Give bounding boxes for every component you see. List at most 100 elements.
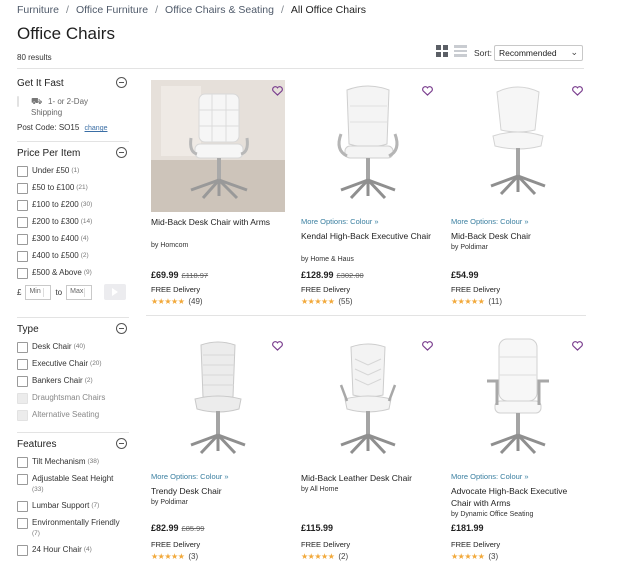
delivery-info: FREE Delivery: [301, 540, 351, 549]
checkbox[interactable]: [17, 474, 28, 485]
review-count: (11): [488, 297, 502, 306]
wishlist-heart-icon[interactable]: [422, 86, 433, 96]
price-go-button[interactable]: [104, 284, 127, 300]
product-card[interactable]: More Options: Colour » Trendy Desk Chair…: [146, 327, 286, 562]
checkbox[interactable]: [17, 166, 28, 177]
delivery-info: FREE Delivery: [301, 285, 351, 294]
filter-option[interactable]: Executive Chair (20): [17, 359, 105, 370]
product-card[interactable]: More Options: Colour » Mid-Back Desk Cha…: [446, 72, 586, 312]
delivery-info: FREE Delivery: [451, 540, 501, 549]
more-options-link[interactable]: More Options: Colour »: [301, 217, 379, 226]
list-view-icon[interactable]: [454, 45, 467, 58]
wishlist-heart-icon[interactable]: [272, 86, 283, 96]
review-count: (2): [338, 552, 349, 561]
breadcrumb-link-office-furniture[interactable]: Office Furniture: [76, 4, 148, 16]
checkbox[interactable]: [17, 457, 28, 468]
checkbox: [17, 410, 28, 421]
product-rating[interactable]: ★★★★★ (3): [451, 552, 498, 561]
product-rating[interactable]: ★★★★★ (49): [151, 297, 203, 306]
product-card[interactable]: More Options: Colour » Advocate High-Bac…: [446, 327, 586, 562]
filter-option[interactable]: £500 & Above (9): [17, 268, 92, 279]
stepper-icon[interactable]: [43, 287, 48, 297]
postcode-change-link[interactable]: change: [85, 125, 108, 132]
grid-view-icon[interactable]: [436, 45, 449, 57]
collapse-icon[interactable]: [116, 323, 127, 334]
filter-option[interactable]: Bankers Chair (2): [17, 376, 105, 387]
wishlist-heart-icon[interactable]: [272, 341, 283, 351]
filter-option[interactable]: 24 Hour Chair (4): [17, 545, 120, 556]
filter-get-it-fast: Get It Fast ⛟ 1- or 2-Day Shipping Post …: [17, 72, 129, 142]
was-price: £118.97: [181, 271, 209, 280]
collapse-icon[interactable]: [116, 77, 127, 88]
sort-select[interactable]: Recommended ⌄: [494, 45, 583, 61]
max-price-input[interactable]: Max: [66, 284, 93, 300]
checkbox[interactable]: [17, 359, 28, 370]
product-image[interactable]: [451, 335, 585, 467]
wishlist-heart-icon[interactable]: [422, 341, 433, 351]
product-card[interactable]: Mid-Back Desk Chair with Arms by Homcom …: [146, 72, 286, 312]
product-price: £82.99 £85.99: [151, 523, 205, 533]
filter-title: Features: [17, 439, 57, 450]
more-options-link[interactable]: More Options: Colour »: [451, 217, 529, 226]
product-name[interactable]: Kendal High-Back Executive Chair: [301, 230, 436, 242]
checkbox[interactable]: [17, 376, 28, 387]
breadcrumb-link-office-chairs-seating[interactable]: Office Chairs & Seating: [165, 4, 274, 16]
product-name[interactable]: Mid-Back Leather Desk Chair: [301, 472, 436, 484]
filter-option[interactable]: £200 to £300 (14): [17, 217, 92, 228]
collapse-icon[interactable]: [116, 438, 127, 449]
checkbox[interactable]: [17, 217, 28, 228]
filter-option[interactable]: £300 to £400 (4): [17, 234, 92, 245]
delivery-info: FREE Delivery: [151, 285, 201, 294]
star-rating-icon: ★★★★★: [301, 297, 335, 306]
product-rating[interactable]: ★★★★★ (2): [301, 552, 348, 561]
filter-option[interactable]: £50 to £100 (21): [17, 183, 92, 194]
checkbox[interactable]: [17, 234, 28, 245]
product-image[interactable]: [301, 80, 435, 212]
product-name[interactable]: Mid-Back Desk Chair: [451, 230, 586, 242]
checkbox[interactable]: [17, 518, 28, 529]
checkbox[interactable]: [17, 200, 28, 211]
filter-option[interactable]: Under £50 (1): [17, 166, 92, 177]
checkbox[interactable]: [17, 545, 28, 556]
product-image[interactable]: [301, 335, 435, 467]
breadcrumb-separator: /: [66, 4, 69, 16]
postcode: Post Code: SO15 change: [17, 123, 107, 132]
checkbox[interactable]: [17, 501, 28, 512]
product-image[interactable]: [151, 335, 285, 467]
product-rating[interactable]: ★★★★★ (55): [301, 297, 353, 306]
filter-option[interactable]: Lumbar Support (7): [17, 501, 120, 512]
filter-option[interactable]: £400 to £500 (2): [17, 251, 92, 262]
product-name[interactable]: Trendy Desk Chair: [151, 485, 286, 497]
product-card[interactable]: More Options: Colour » Kendal High-Back …: [296, 72, 436, 312]
more-options-link[interactable]: More Options: Colour »: [151, 472, 229, 481]
review-count: (49): [188, 297, 203, 306]
stepper-icon[interactable]: [84, 287, 89, 297]
product-card[interactable]: Mid-Back Leather Desk Chair by All Home …: [296, 327, 436, 562]
product-rating[interactable]: ★★★★★ (3): [151, 552, 198, 561]
min-price-input[interactable]: Min: [25, 284, 52, 300]
product-image[interactable]: [451, 80, 585, 212]
filter-option[interactable]: Desk Chair (40): [17, 342, 105, 353]
product-image[interactable]: [151, 80, 285, 212]
checkbox[interactable]: [17, 251, 28, 262]
filter-option[interactable]: Environmentally Friendly (7): [17, 518, 120, 539]
product-name[interactable]: Mid-Back Desk Chair with Arms: [151, 216, 286, 228]
checkbox[interactable]: [17, 183, 28, 194]
wishlist-heart-icon[interactable]: [572, 341, 583, 351]
wishlist-heart-icon[interactable]: [572, 86, 583, 96]
more-options-link[interactable]: More Options: Colour »: [451, 472, 529, 481]
filter-option[interactable]: Tilt Mechanism (38): [17, 457, 120, 468]
collapse-icon[interactable]: [116, 147, 127, 158]
filter-option[interactable]: Adjustable Seat Height (33): [17, 474, 120, 495]
filter-title: Price Per Item: [17, 148, 81, 159]
product-name[interactable]: Advocate High-Back Executive Chair with …: [451, 485, 586, 509]
checkbox[interactable]: [17, 342, 28, 353]
product-brand: by Homcom: [151, 242, 189, 249]
product-rating[interactable]: ★★★★★ (11): [451, 297, 502, 306]
delivery-info: FREE Delivery: [451, 285, 501, 294]
star-rating-icon: ★★★★★: [151, 297, 185, 306]
breadcrumb-link-furniture[interactable]: Furniture: [17, 4, 59, 16]
checkbox[interactable]: [17, 268, 28, 279]
checkbox[interactable]: [17, 96, 19, 107]
filter-option[interactable]: £100 to £200 (30): [17, 200, 92, 211]
